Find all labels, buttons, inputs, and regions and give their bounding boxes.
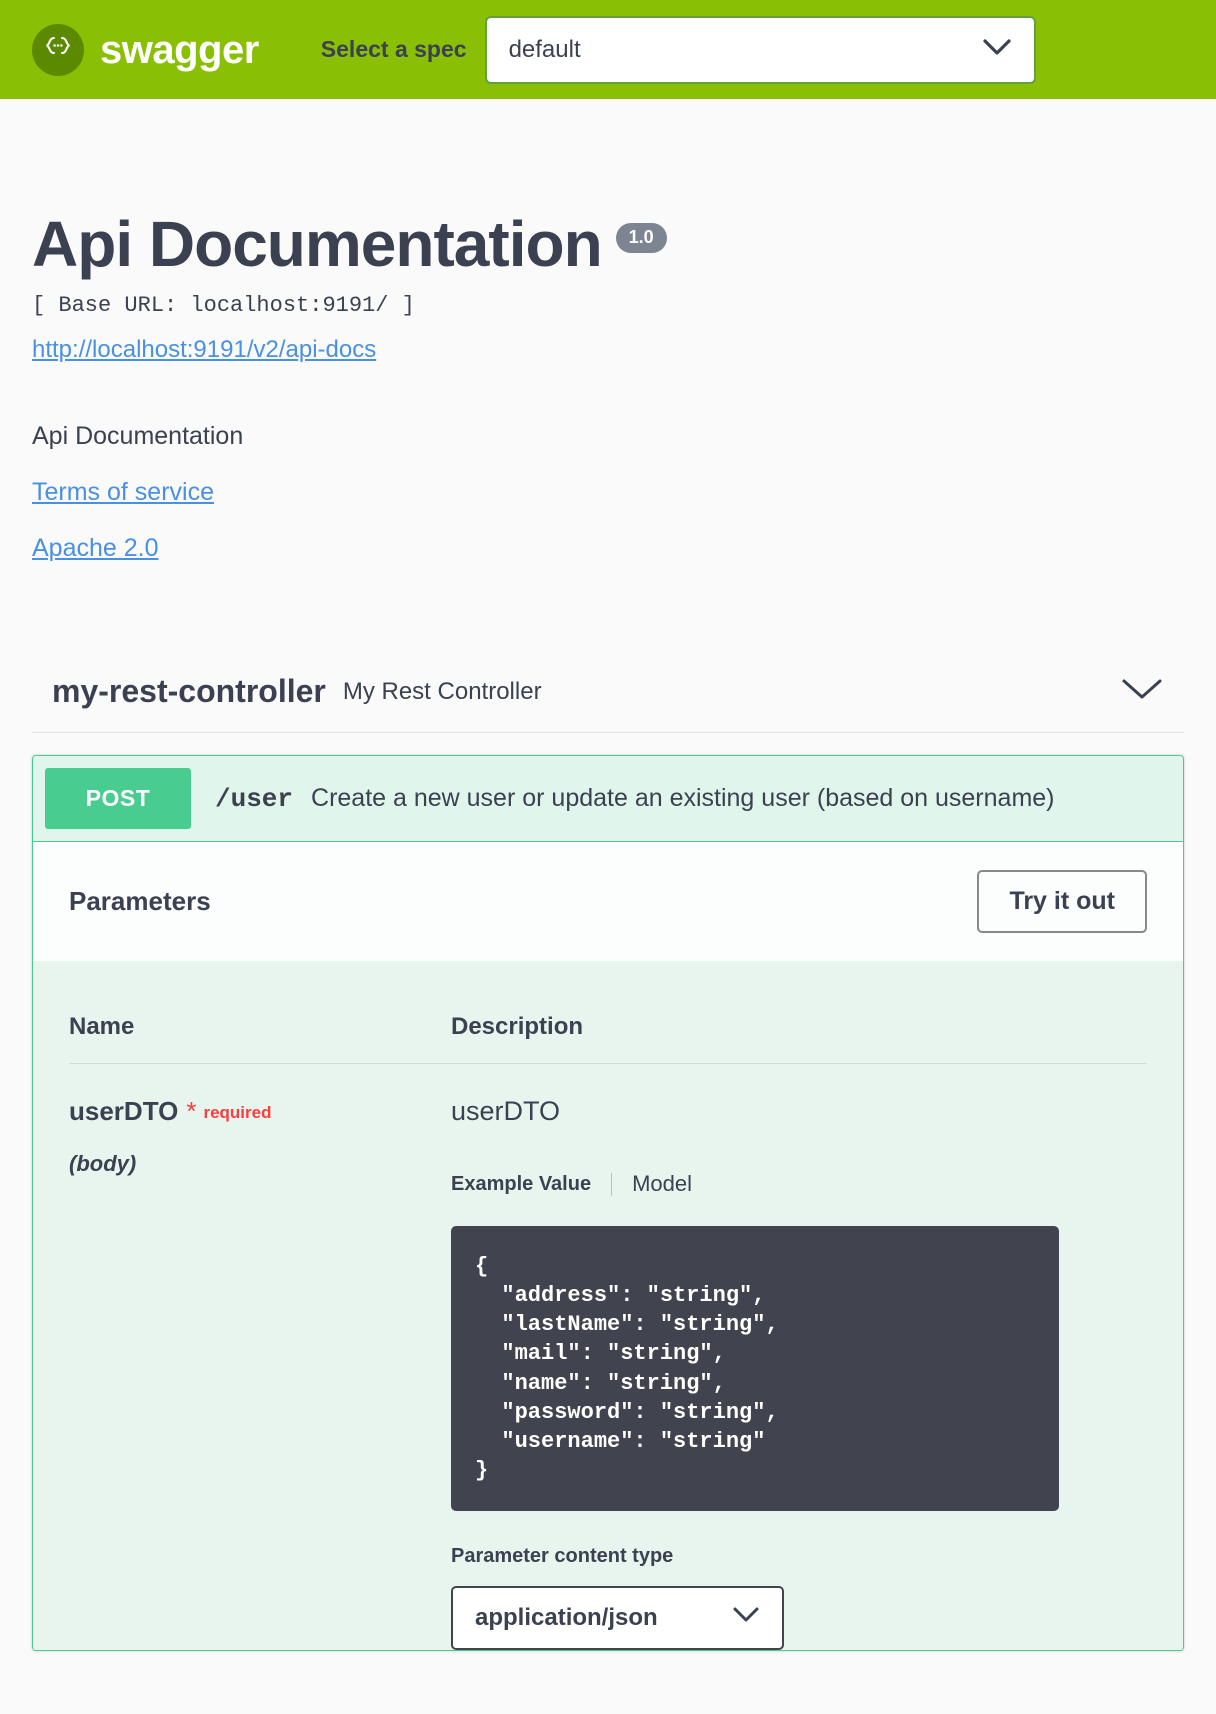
column-header-description: Description [451,991,1147,1064]
license-link[interactable]: Apache 2.0 [32,534,1184,563]
operation-body: Parameters Try it out Name Description [33,842,1183,1649]
operation-description: Create a new user or update an existing … [311,784,1171,813]
parameter-content-type-value: application/json [475,1604,732,1632]
spec-select-value: default [509,36,982,64]
spec-selector: Select a spec default [321,16,1216,84]
api-docs-link[interactable]: http://localhost:9191/v2/api-docs [32,336,376,364]
page-title: Api Documentation [32,209,602,279]
http-method-badge: POST [45,768,191,829]
tag-header[interactable]: my-rest-controller My Rest Controller [32,673,1184,733]
tag-name: my-rest-controller [52,673,326,710]
swagger-braces-icon [32,24,84,76]
parameter-location: (body) [69,1151,451,1177]
parameters-table-wrap: Name Description userDTO*required ( [33,961,1183,1649]
main-content: Api Documentation 1.0 [ Base URL: localh… [0,99,1216,1651]
required-asterisk-icon: * [186,1096,196,1126]
api-info: Api Documentation 1.0 [ Base URL: localh… [32,99,1184,563]
operation-path: /user [215,784,293,814]
base-url: [ Base URL: localhost:9191/ ] [32,293,1184,318]
example-tabs: Example Value Model [451,1171,1147,1197]
try-it-out-button[interactable]: Try it out [977,870,1147,933]
parameter-description: userDTO [451,1096,1147,1127]
parameter-description-cell: userDTO Example Value Model { "address":… [451,1064,1147,1650]
parameters-header: Parameters Try it out [33,842,1183,961]
swagger-logo-text: swagger [100,30,259,70]
example-json: { "address": "string", "lastName": "stri… [475,1252,1035,1484]
swagger-logo[interactable]: swagger [32,24,259,76]
spec-selector-label: Select a spec [321,36,467,63]
parameter-name: userDTO [69,1096,178,1126]
column-header-name: Name [69,991,451,1064]
spec-select[interactable]: default [485,16,1036,84]
parameter-name-cell: userDTO * required (body) [69,1064,451,1650]
chevron-down-icon[interactable] [1120,676,1164,707]
operation-summary-row[interactable]: POST /user Create a new user or update a… [33,756,1183,842]
parameter-name-line: userDTO * required [69,1096,451,1127]
parameters-title: Parameters [69,886,977,917]
tab-model[interactable]: Model [612,1171,692,1197]
parameter-content-type-select[interactable]: application/json [451,1586,784,1650]
title-row: Api Documentation 1.0 [32,209,1184,279]
topbar: swagger Select a spec default [0,0,1216,99]
tab-example-value[interactable]: Example Value [451,1173,612,1196]
table-row: userDTO * required (body) userDTO Example … [69,1064,1147,1650]
chevron-down-icon [732,1606,760,1629]
parameters-table: Name Description userDTO*required ( [69,991,1147,1649]
chevron-down-icon [982,38,1012,62]
tag-section: my-rest-controller My Rest Controller PO… [32,673,1184,1650]
terms-of-service-link[interactable]: Terms of service [32,478,1184,507]
operation-post-user: POST /user Create a new user or update a… [32,755,1184,1650]
example-value-code-block[interactable]: { "address": "string", "lastName": "stri… [451,1226,1059,1510]
required-label: required [203,1103,271,1122]
version-badge: 1.0 [616,223,667,253]
parameter-content-type-label: Parameter content type [451,1545,1147,1568]
api-description: Api Documentation [32,422,1184,451]
tag-description: My Rest Controller [343,678,1120,706]
table-header-row: Name Description [69,991,1147,1064]
